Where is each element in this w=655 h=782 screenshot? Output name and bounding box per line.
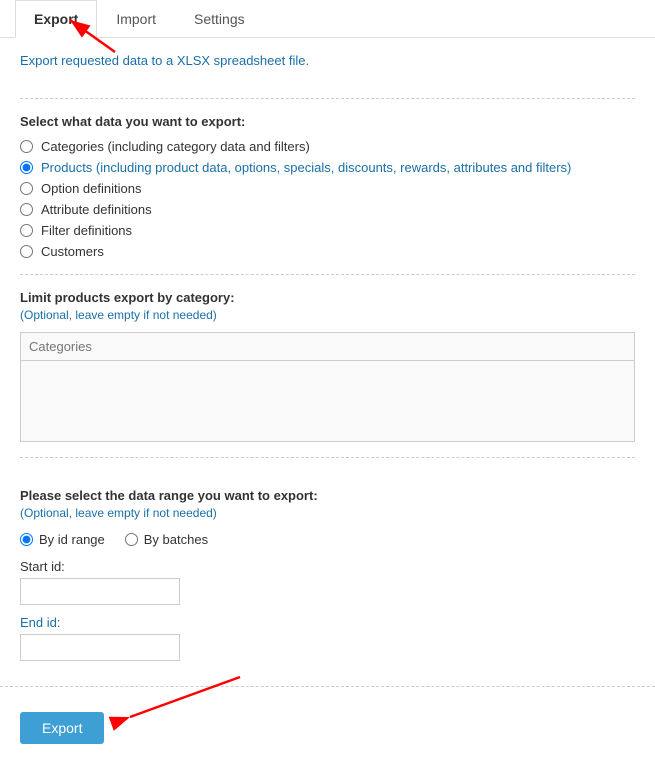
option-attribute-defs: Attribute definitions xyxy=(20,202,635,217)
label-products[interactable]: Products (including product data, option… xyxy=(41,160,571,175)
radio-filter-definitions[interactable] xyxy=(20,224,33,237)
tab-export[interactable]: Export xyxy=(15,0,97,38)
radio-customers[interactable] xyxy=(20,245,33,258)
export-button[interactable]: Export xyxy=(20,712,104,744)
radio-attribute-definitions[interactable] xyxy=(20,203,33,216)
export-options-section: Select what data you want to export: Cat… xyxy=(20,114,635,275)
range-option-id: By id range xyxy=(20,532,105,547)
range-radio-group: By id range By batches xyxy=(20,532,635,547)
categories-input[interactable] xyxy=(21,333,634,361)
end-id-group: End id: xyxy=(20,615,635,661)
option-customers: Customers xyxy=(20,244,635,259)
label-categories[interactable]: Categories (including category data and … xyxy=(41,139,310,154)
start-id-input[interactable] xyxy=(20,578,180,605)
radio-categories[interactable] xyxy=(20,140,33,153)
data-range-section: Please select the data range you want to… xyxy=(0,473,655,687)
footer-section: Export xyxy=(0,702,655,759)
radio-option-definitions[interactable] xyxy=(20,182,33,195)
data-range-label: Please select the data range you want to… xyxy=(20,488,635,503)
tab-import[interactable]: Import xyxy=(97,0,175,38)
end-id-input[interactable] xyxy=(20,634,180,661)
option-filter-defs: Filter definitions xyxy=(20,223,635,238)
limit-label: Limit products export by category: xyxy=(20,290,635,305)
data-range-sublabel: (Optional, leave empty if not needed) xyxy=(20,506,635,520)
option-categories: Categories (including category data and … xyxy=(20,139,635,154)
tab-settings[interactable]: Settings xyxy=(175,0,264,38)
limit-section: Limit products export by category: (Opti… xyxy=(20,290,635,458)
range-option-batches: By batches xyxy=(125,532,208,547)
description-text: Export requested data to a XLSX spreadsh… xyxy=(20,53,635,68)
start-id-label: Start id: xyxy=(20,559,635,574)
label-filter-definitions[interactable]: Filter definitions xyxy=(41,223,132,238)
option-products: Products (including product data, option… xyxy=(20,160,635,175)
radio-by-batches[interactable] xyxy=(125,533,138,546)
radio-products[interactable] xyxy=(20,161,33,174)
categories-input-wrapper xyxy=(20,332,635,442)
label-attribute-definitions[interactable]: Attribute definitions xyxy=(41,202,152,217)
tab-area: Export Import Settings xyxy=(0,0,655,38)
export-options-label: Select what data you want to export: xyxy=(20,114,635,129)
limit-sublabel: (Optional, leave empty if not needed) xyxy=(20,308,635,322)
label-by-batches[interactable]: By batches xyxy=(144,532,208,547)
tab-bar: Export Import Settings xyxy=(0,0,655,38)
label-by-id-range[interactable]: By id range xyxy=(39,532,105,547)
label-option-definitions[interactable]: Option definitions xyxy=(41,181,141,196)
description-section: Export requested data to a XLSX spreadsh… xyxy=(20,53,635,99)
categories-list-area xyxy=(21,361,634,441)
main-content: Export requested data to a XLSX spreadsh… xyxy=(0,38,655,473)
end-id-label: End id: xyxy=(20,615,635,630)
radio-by-id-range[interactable] xyxy=(20,533,33,546)
option-option-defs: Option definitions xyxy=(20,181,635,196)
start-id-group: Start id: xyxy=(20,559,635,605)
export-options-group: Categories (including category data and … xyxy=(20,139,635,259)
label-customers[interactable]: Customers xyxy=(41,244,104,259)
